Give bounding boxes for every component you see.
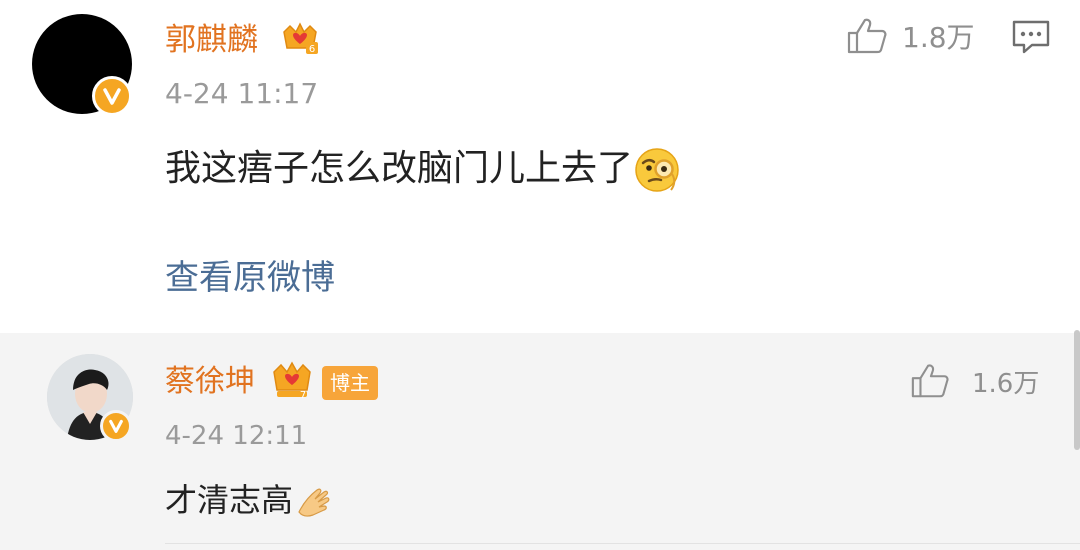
verified-v-icon <box>100 410 132 442</box>
divider <box>165 543 1080 544</box>
like-button[interactable]: 1.8万 <box>846 16 975 56</box>
clap-emoji <box>293 482 333 522</box>
monocle-emoji <box>633 146 681 194</box>
author-name[interactable]: 蔡徐坤 <box>165 364 255 400</box>
verified-v-icon <box>92 76 132 116</box>
reply-text: 才清志高 <box>165 478 333 522</box>
level-number: 7 <box>300 390 306 401</box>
thumbs-up-icon <box>911 364 949 398</box>
timestamp: 4-24 12:11 <box>165 421 308 451</box>
author-name[interactable]: 郭麒麟 <box>165 22 258 58</box>
timestamp: 4-24 11:17 <box>165 77 319 110</box>
like-count: 1.8万 <box>902 21 975 54</box>
scrollbar[interactable] <box>1074 330 1080 450</box>
level-number: 6 <box>309 44 315 55</box>
comment-text-body: 我这痦子怎么改脑门儿上去了 <box>165 148 634 189</box>
like-button[interactable]: 1.6万 <box>910 362 1039 400</box>
crown-badge-icon[interactable]: 6 <box>280 18 320 58</box>
crown-badge-icon[interactable]: 7 <box>270 358 314 402</box>
reply-text-body: 才清志高 <box>165 481 294 519</box>
comment-text: 我这痦子怎么改脑门儿上去了 <box>165 146 681 194</box>
view-original-link[interactable]: 查看原微博 <box>165 256 335 300</box>
thumbs-up-icon <box>847 18 887 54</box>
like-count: 1.6万 <box>972 368 1040 399</box>
comment-icon[interactable] <box>1010 18 1052 56</box>
blogger-tag: 博主 <box>322 366 378 400</box>
